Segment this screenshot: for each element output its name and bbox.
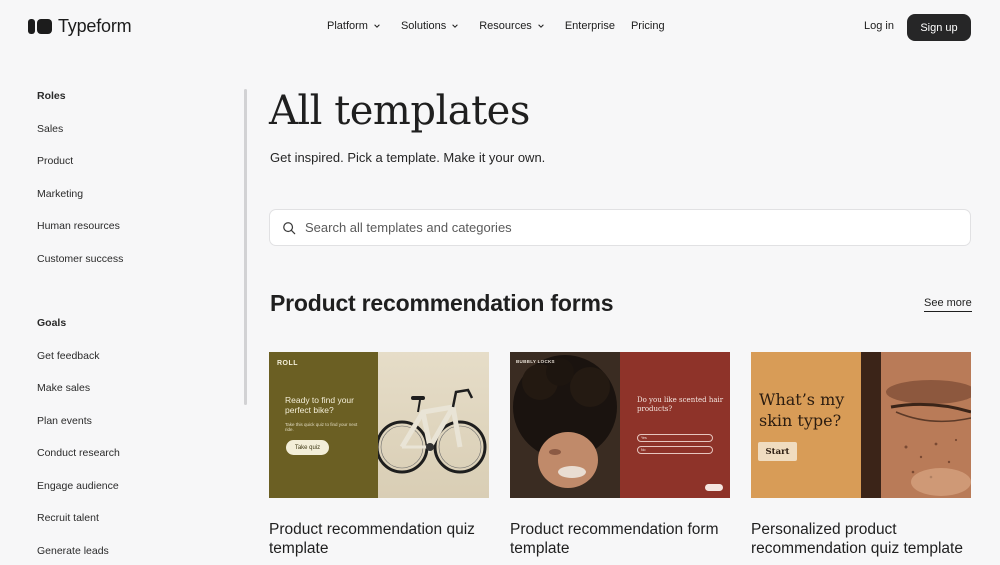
template-card-title[interactable]: Product recommendation form template — [510, 520, 730, 558]
preview-question: Do you like scented hair products? — [637, 396, 724, 413]
bicycle-illustration — [375, 388, 487, 474]
page-subtitle: Get inspired. Pick a template. Make it y… — [270, 150, 546, 165]
nav-platform[interactable]: Platform — [327, 20, 381, 32]
category-sidebar: Roles Sales Product Marketing Human reso… — [37, 90, 237, 565]
template-card-2[interactable]: BUBBLY LOCKS Do you like scented hair pr… — [510, 352, 730, 558]
bike-image — [375, 352, 489, 498]
eye-closeup-illustration — [861, 352, 971, 498]
preview-panel: ROLL Ready to find your perfect bike? Ta… — [269, 352, 378, 498]
template-card-title[interactable]: Personalized product recommendation quiz… — [751, 520, 971, 558]
template-preview-image[interactable]: ROLL Ready to find your perfect bike? Ta… — [269, 352, 489, 498]
login-link[interactable]: Log in — [864, 20, 894, 32]
preview-button: Take quiz — [286, 440, 329, 455]
roles-heading: Roles — [37, 90, 66, 102]
sidebar-item-marketing[interactable]: Marketing — [37, 188, 237, 221]
typeform-logo-icon — [28, 19, 52, 34]
preview-option-field: No — [637, 446, 713, 454]
search-icon — [283, 221, 296, 234]
preview-question: Ready to find your perfect bike? — [285, 395, 354, 415]
sidebar-item-conduct-research[interactable]: Conduct research — [37, 447, 237, 480]
top-navigation: Typeform Platform Solutions Resources En… — [0, 0, 1000, 56]
preview-panel: Do you like scented hair products? Yes N… — [620, 352, 730, 498]
sidebar-item-plan-events[interactable]: Plan events — [37, 415, 237, 448]
sidebar-item-product[interactable]: Product — [37, 155, 237, 188]
preview-description: Take this quick quiz to find your next r… — [285, 422, 358, 432]
template-card-title[interactable]: Product recommendation quiz template — [269, 520, 489, 558]
sidebar-item-customer-success[interactable]: Customer success — [37, 253, 237, 286]
curly-hair-photo: BUBBLY LOCKS — [510, 352, 620, 498]
nav-pricing[interactable]: Pricing — [631, 20, 665, 32]
main-nav: Platform Solutions Resources Enterprise … — [327, 20, 681, 32]
preview-panel: What’s my skin type? Start — [751, 352, 861, 498]
template-card-1[interactable]: ROLL Ready to find your perfect bike? Ta… — [269, 352, 489, 558]
see-more-link[interactable]: See more — [924, 297, 972, 312]
nav-resources[interactable]: Resources — [479, 20, 545, 32]
sidebar-item-get-feedback[interactable]: Get feedback — [37, 350, 237, 383]
preview-question: What’s my skin type? — [759, 390, 845, 430]
typeform-logo[interactable]: Typeform — [28, 16, 132, 37]
nav-enterprise-label: Enterprise — [564, 20, 615, 32]
nav-pricing-label: Pricing — [630, 20, 665, 32]
sidebar-scrollbar[interactable] — [244, 89, 247, 405]
template-preview-image[interactable]: BUBBLY LOCKS Do you like scented hair pr… — [510, 352, 730, 498]
sidebar-item-human-resources[interactable]: Human resources — [37, 220, 237, 253]
chevron-down-icon — [452, 24, 459, 28]
page-title: All templates — [269, 88, 530, 134]
nav-solutions-label: Solutions — [400, 20, 447, 32]
chevron-down-icon — [374, 24, 380, 28]
nav-enterprise[interactable]: Enterprise — [565, 20, 615, 32]
section-title: Product recommendation forms — [270, 290, 614, 316]
preview-brand-logo: BUBBLY LOCKS — [516, 359, 555, 364]
nav-platform-label: Platform — [327, 20, 368, 32]
sidebar-item-generate-leads[interactable]: Generate leads — [37, 545, 237, 565]
search-input[interactable] — [305, 220, 905, 235]
goals-heading: Goals — [37, 317, 67, 329]
sidebar-item-recruit-talent[interactable]: Recruit talent — [37, 512, 237, 545]
sidebar-item-sales[interactable]: Sales — [37, 123, 237, 156]
nav-resources-label: Resources — [479, 20, 532, 32]
signup-button[interactable]: Sign up — [907, 14, 971, 41]
preview-brand-logo: ROLL — [277, 360, 299, 367]
template-card-3[interactable]: What’s my skin type? Start Personalized … — [751, 352, 971, 558]
portrait-illustration — [510, 352, 620, 498]
brand-name: Typeform — [58, 16, 132, 36]
template-preview-image[interactable]: What’s my skin type? Start — [751, 352, 971, 498]
preview-start-button: Start — [758, 442, 797, 461]
preview-option-field: Yes — [637, 434, 713, 442]
sidebar-item-make-sales[interactable]: Make sales — [37, 382, 237, 415]
preview-nav-pill — [705, 484, 723, 491]
nav-solutions[interactable]: Solutions — [401, 20, 459, 32]
skin-closeup-photo — [861, 352, 971, 498]
chevron-down-icon — [538, 24, 544, 28]
sidebar-item-engage-audience[interactable]: Engage audience — [37, 480, 237, 513]
search-bar[interactable] — [269, 209, 971, 246]
